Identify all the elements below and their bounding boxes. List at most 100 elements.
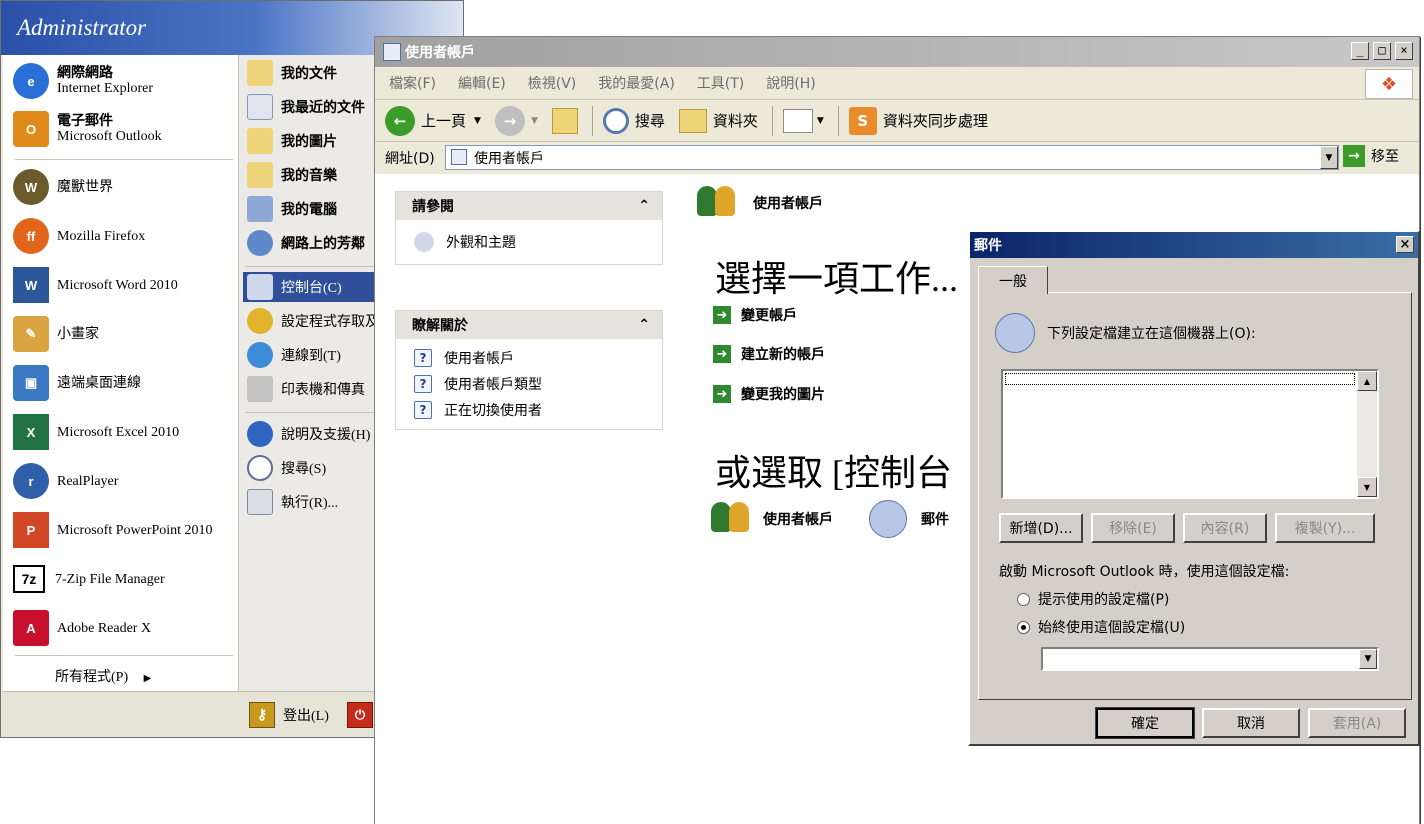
add-button[interactable]: 新增(D)... — [999, 513, 1083, 543]
views-button[interactable]: ▼ — [782, 108, 824, 133]
profiles-listbox[interactable]: ▲ ▼ — [1001, 369, 1379, 499]
see-also-header[interactable]: 請參閱 ⌃ — [396, 192, 662, 220]
go-button[interactable]: → 移至 — [1343, 145, 1399, 167]
toolbar: ← 上一頁 ▼ → ▼ 搜尋 資料夾 ▼ S 資料夾同步處理 — [375, 100, 1419, 142]
copy-button[interactable]: 複製(Y)... — [1275, 513, 1375, 543]
tab-general[interactable]: 一般 — [978, 266, 1048, 294]
button-label: 內容(R) — [1200, 521, 1250, 537]
listbox-scrollbar[interactable]: ▲ ▼ — [1357, 371, 1377, 497]
menu-help[interactable]: 說明(H) — [766, 73, 815, 93]
help-topic-icon: ? — [414, 375, 432, 393]
program-realplayer[interactable]: r RealPlayer — [13, 461, 235, 501]
program-firefox[interactable]: ff Mozilla Firefox — [13, 216, 235, 256]
program-7zip[interactable]: 7z 7-Zip File Manager — [13, 559, 235, 599]
up-folder-button[interactable] — [551, 107, 578, 134]
menu-file[interactable]: 檔案(F) — [389, 73, 436, 93]
go-label: 移至 — [1371, 149, 1399, 165]
minimize-button[interactable]: _ — [1351, 42, 1369, 60]
learn-about-link[interactable]: ? 使用者帳戶 — [396, 345, 662, 371]
folder-sync-button[interactable]: S 資料夾同步處理 — [848, 106, 988, 135]
program-powerpoint[interactable]: P Microsoft PowerPoint 2010 — [13, 510, 235, 550]
separator — [591, 105, 593, 136]
cancel-button[interactable]: 取消 — [1202, 708, 1300, 738]
program-excel[interactable]: X Microsoft Excel 2010 — [13, 412, 235, 452]
all-programs-button[interactable]: 所有程式(P) ▶ — [55, 666, 151, 686]
task-label: 變更我的圖片 — [741, 387, 825, 403]
properties-button[interactable]: 內容(R) — [1183, 513, 1267, 543]
close-button[interactable]: × — [1395, 42, 1413, 60]
recent-documents-icon — [247, 94, 273, 120]
place-label: 說明及支援(H) — [281, 428, 371, 443]
radio-always-profile[interactable]: 始終使用這個設定檔(U) — [1017, 617, 1185, 637]
place-label: 我的圖片 — [281, 135, 337, 150]
close-button[interactable]: × — [1396, 236, 1414, 253]
dropdown-arrow-icon: ▼ — [474, 115, 481, 126]
run-icon — [247, 489, 273, 515]
maximize-button[interactable]: □ — [1373, 42, 1391, 60]
cp-icon-user-accounts[interactable]: 使用者帳戶 — [711, 502, 833, 536]
window-title: 使用者帳戶 — [405, 45, 475, 61]
separator — [245, 412, 375, 413]
back-arrow-icon: ← — [385, 105, 415, 136]
program-title: 小畫家 — [57, 326, 99, 342]
see-also-link[interactable]: 外觀和主題 — [396, 220, 662, 264]
firefox-icon: ff — [13, 218, 49, 254]
place-label: 我的音樂 — [281, 169, 337, 184]
program-outlook[interactable]: O 電子郵件 Microsoft Outlook — [13, 109, 235, 149]
collapse-icon[interactable]: ⌃ — [638, 317, 650, 333]
chevron-down-icon[interactable]: ▼ — [1359, 649, 1377, 669]
folders-icon — [678, 108, 707, 133]
search-button[interactable]: 搜尋 — [602, 107, 665, 134]
back-button[interactable]: ← 上一頁 ▼ — [385, 105, 481, 136]
program-subtitle: Internet Explorer — [57, 81, 154, 96]
search-icon — [602, 107, 629, 134]
learn-about-header[interactable]: 瞭解關於 ⌃ — [396, 311, 662, 339]
power-icon[interactable]: ⏻ — [347, 702, 373, 728]
task-label: 建立新的帳戶 — [741, 347, 825, 363]
menu-view[interactable]: 檢視(V) — [528, 73, 577, 93]
scroll-up-icon[interactable]: ▲ — [1357, 371, 1377, 391]
appearance-themes-icon — [414, 232, 434, 252]
see-also-title: 請參閱 — [412, 199, 454, 215]
menu-tools[interactable]: 工具(T) — [697, 73, 744, 93]
address-input[interactable]: 使用者帳戶 ▼ — [445, 145, 1339, 170]
program-remote-desktop[interactable]: ▣ 遠端桌面連線 — [13, 363, 235, 403]
menu-edit[interactable]: 編輯(E) — [458, 73, 506, 93]
apply-button[interactable]: 套用(A) — [1308, 708, 1406, 738]
learn-about-link[interactable]: ? 使用者帳戶類型 — [396, 371, 662, 397]
scroll-down-icon[interactable]: ▼ — [1357, 477, 1377, 497]
folders-button[interactable]: 資料夾 — [678, 108, 758, 133]
program-wow[interactable]: W 魔獸世界 — [13, 167, 235, 207]
logoff-button[interactable]: ⚷ 登出(L) — [249, 702, 329, 728]
link-label: 正在切換使用者 — [444, 403, 542, 419]
separator — [15, 655, 233, 656]
cp-icon-mail[interactable]: 郵件 — [869, 500, 949, 538]
connect-to-icon — [247, 342, 273, 368]
program-paint[interactable]: ✎ 小畫家 — [13, 314, 235, 354]
program-word[interactable]: W Microsoft Word 2010 — [13, 265, 235, 305]
place-label: 我的電腦 — [281, 203, 337, 218]
search-label: 搜尋 — [634, 112, 665, 130]
help-topic-icon: ? — [414, 401, 432, 419]
address-dropdown-button[interactable]: ▼ — [1320, 146, 1338, 169]
collapse-icon[interactable]: ⌃ — [638, 198, 650, 214]
pinned-programs-list: e 網際網路 Internet Explorer O 電子郵件 Microsoft … — [3, 55, 238, 691]
profile-select[interactable]: ▼ — [1041, 647, 1379, 671]
learn-about-link[interactable]: ? 正在切換使用者 — [396, 397, 662, 423]
task-create-account[interactable]: ➜ 建立新的帳戶 — [713, 344, 825, 364]
radio-prompt-profile[interactable]: 提示使用的設定檔(P) — [1017, 589, 1169, 609]
menu-favorites[interactable]: 我的最愛(A) — [598, 73, 675, 93]
learn-about-panel: 瞭解關於 ⌃ ? 使用者帳戶 ? 使用者帳戶類型 ? 正在切換使用者 — [395, 310, 663, 430]
separator — [837, 105, 839, 136]
search-icon — [247, 455, 273, 481]
program-internet-explorer[interactable]: e 網際網路 Internet Explorer — [13, 61, 235, 101]
task-change-picture[interactable]: ➜ 變更我的圖片 — [713, 384, 825, 404]
mail-dialog: 郵件 × 一般 下列設定檔建立在這個機器上(O): ▲ ▼ 新增(D)... 移… — [968, 230, 1420, 746]
remove-button[interactable]: 移除(E) — [1091, 513, 1175, 543]
sync-icon: S — [848, 106, 877, 135]
task-change-account[interactable]: ➜ 變更帳戶 — [713, 305, 797, 325]
startup-label: 啟動 Microsoft Outlook 時，使用這個設定檔: — [999, 564, 1290, 580]
ok-button[interactable]: 確定 — [1095, 707, 1195, 739]
forward-button[interactable]: → ▼ — [494, 105, 538, 136]
program-adobe-reader[interactable]: A Adobe Reader X — [13, 608, 235, 648]
